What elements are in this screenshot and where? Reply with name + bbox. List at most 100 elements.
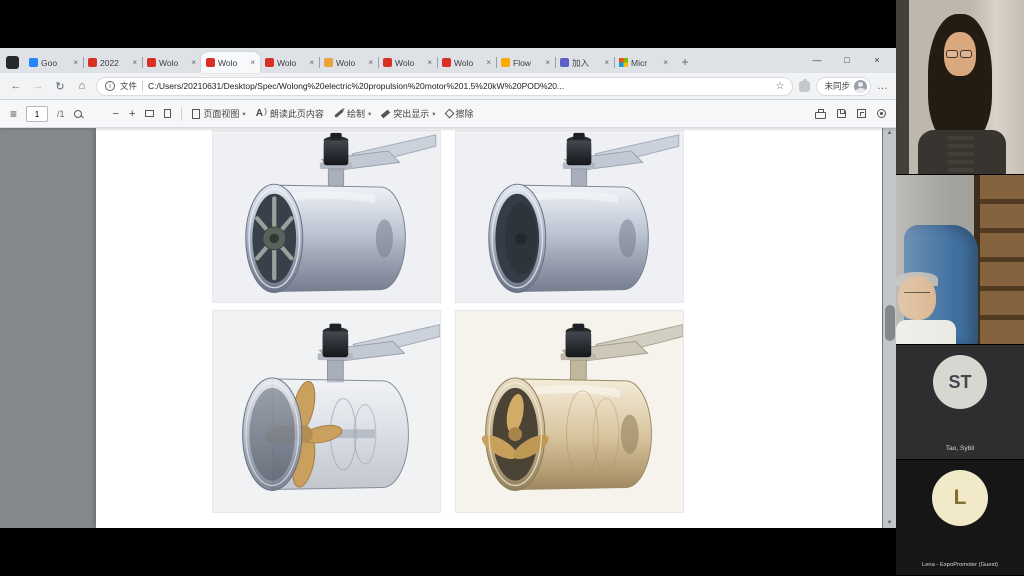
tab-close-icon[interactable]: × — [545, 58, 550, 67]
scrollbar-track[interactable] — [883, 138, 896, 518]
tab-close-icon[interactable]: × — [663, 58, 668, 67]
pdf-viewer: ▲ ▼ — [0, 128, 896, 528]
tab-close-icon[interactable]: × — [427, 58, 432, 67]
read-aloud-icon: A — [256, 108, 267, 119]
page-view-icon — [192, 109, 200, 119]
pdf-toolbar: ≡ /1 − + 页面视图 ▾ A — [0, 100, 896, 128]
browser-tab-bar: Goo× 2022× Wolo× Wolo× Wolo× Wolo× Wolo×… — [0, 48, 896, 73]
url-field[interactable]: i 文件 C:/Users/20210631/Desktop/Spec/Wolo… — [96, 77, 793, 96]
window-controls: — □ × — [802, 48, 892, 73]
browser-app-icon[interactable] — [6, 56, 19, 69]
pdf-scrollbar[interactable]: ▲ ▼ — [883, 128, 896, 528]
chevron-down-icon: ▾ — [242, 110, 245, 118]
tab-strip: Goo× 2022× Wolo× Wolo× Wolo× Wolo× Wolo×… — [24, 52, 694, 73]
tab-wolong-pdf-2[interactable]: Wolo× — [260, 52, 319, 73]
scroll-up-icon[interactable]: ▲ — [887, 128, 893, 138]
tab-close-icon[interactable]: × — [73, 58, 78, 67]
divider — [142, 81, 143, 92]
flow-favicon — [501, 58, 510, 67]
file-badge: 文件 — [120, 80, 137, 92]
video-tile-participant-1[interactable] — [896, 0, 1024, 175]
microsoft-favicon — [619, 58, 628, 67]
chevron-down-icon: ▾ — [368, 110, 371, 118]
avatar-tile-lena[interactable]: L Lena - ExpoPromoter (Guest) — [896, 460, 1024, 576]
tab-2022-pdf[interactable]: 2022× — [83, 52, 142, 73]
address-bar: ← → ↻ ⌂ i 文件 C:/Users/20210631/Desktop/S… — [0, 73, 896, 100]
tab-close-icon[interactable]: × — [604, 58, 609, 67]
zoom-out-button[interactable]: − — [113, 108, 119, 120]
pdf-view-controls: − + 页面视图 ▾ A 朗读此页内容 — [113, 107, 474, 121]
read-aloud-button[interactable]: A 朗读此页内容 — [256, 107, 324, 120]
pdf-favicon — [383, 58, 392, 67]
participant-name: Tao, Sybil — [896, 445, 1024, 452]
pdf-page — [96, 128, 882, 528]
tab-close-icon[interactable]: × — [309, 58, 314, 67]
back-button[interactable]: ← — [8, 80, 24, 92]
profile-sync-button[interactable]: 未同步 — [816, 77, 871, 96]
shared-screen-area: Goo× 2022× Wolo× Wolo× Wolo× Wolo× Wolo×… — [0, 0, 896, 576]
close-window-button[interactable]: × — [862, 48, 892, 73]
page-number-input[interactable] — [26, 106, 48, 122]
maximize-button[interactable]: □ — [832, 48, 862, 73]
tab-close-icon[interactable]: × — [486, 58, 491, 67]
cad-thruster-tan — [455, 310, 684, 513]
participant-name: Lena - ExpoPromoter (Guest) — [896, 562, 1024, 568]
tab-wolong-pdf-3[interactable]: Wolo× — [378, 52, 437, 73]
extensions-icon[interactable] — [799, 81, 810, 92]
tab-teams-join[interactable]: 加入× — [555, 52, 614, 73]
home-button[interactable]: ⌂ — [74, 80, 90, 92]
pdf-favicon — [265, 58, 274, 67]
tab-wolong-doc[interactable]: Wolo× — [319, 52, 378, 73]
draw-button[interactable]: 绘制 ▾ — [334, 107, 371, 120]
cad-image-grid — [212, 130, 684, 513]
teams-favicon — [560, 58, 569, 67]
tab-microsoft[interactable]: Micr× — [614, 52, 673, 73]
expand-icon[interactable] — [857, 109, 866, 118]
file-info-icon[interactable]: i — [105, 81, 115, 91]
tab-wolong-pdf-active[interactable]: Wolo× — [201, 52, 260, 73]
tab-close-icon[interactable]: × — [191, 58, 196, 67]
doc-favicon — [324, 58, 333, 67]
avatar: L — [932, 470, 988, 526]
docs-favicon — [29, 58, 38, 67]
zoom-in-button[interactable]: + — [129, 108, 135, 120]
cad-thruster-closed-metal — [455, 130, 684, 303]
pdf-action-icons — [815, 109, 886, 119]
meeting-screen: Goo× 2022× Wolo× Wolo× Wolo× Wolo× Wolo×… — [0, 0, 1024, 576]
pdf-favicon — [442, 58, 451, 67]
save-icon[interactable] — [837, 109, 846, 118]
tab-close-icon[interactable]: × — [132, 58, 137, 67]
scrollbar-thumb[interactable] — [885, 305, 895, 341]
print-icon[interactable] — [815, 112, 826, 119]
pdf-menu-icon[interactable]: ≡ — [10, 107, 17, 121]
new-tab-button[interactable]: + — [676, 53, 694, 71]
page-view-button[interactable]: 页面视图 ▾ — [192, 107, 245, 120]
tab-close-icon[interactable]: × — [250, 58, 255, 67]
tab-close-icon[interactable]: × — [368, 58, 373, 67]
cad-thruster-open-front — [212, 130, 441, 303]
url-text: C:/Users/20210631/Desktop/Spec/Wolong%20… — [148, 81, 771, 91]
fit-page-icon[interactable] — [145, 110, 154, 117]
tab-wolong-pdf-4[interactable]: Wolo× — [437, 52, 496, 73]
pdf-favicon — [88, 58, 97, 67]
favorite-star-icon[interactable]: ☆ — [776, 81, 785, 92]
avatar-tile-sybil[interactable]: ST Tao, Sybil — [896, 345, 1024, 460]
eraser-icon — [444, 109, 454, 119]
highlight-button[interactable]: 突出显示 ▾ — [381, 107, 435, 120]
video-tile-participant-2[interactable] — [896, 175, 1024, 345]
minimize-button[interactable]: — — [802, 48, 832, 73]
search-icon[interactable] — [74, 110, 82, 118]
forward-button[interactable]: → — [30, 80, 46, 92]
refresh-button[interactable]: ↻ — [52, 80, 68, 93]
tab-flow[interactable]: Flow× — [496, 52, 555, 73]
tab-wolong-pdf-1[interactable]: Wolo× — [142, 52, 201, 73]
pdf-favicon — [147, 58, 156, 67]
fit-width-icon[interactable] — [164, 109, 171, 118]
browser-menu-button[interactable]: … — [877, 80, 888, 92]
gear-icon[interactable] — [877, 109, 886, 118]
divider — [181, 107, 182, 121]
scroll-down-icon[interactable]: ▼ — [887, 518, 893, 528]
erase-button[interactable]: 擦除 — [446, 107, 474, 120]
pen-icon — [334, 109, 344, 118]
tab-google-doc[interactable]: Goo× — [24, 52, 83, 73]
